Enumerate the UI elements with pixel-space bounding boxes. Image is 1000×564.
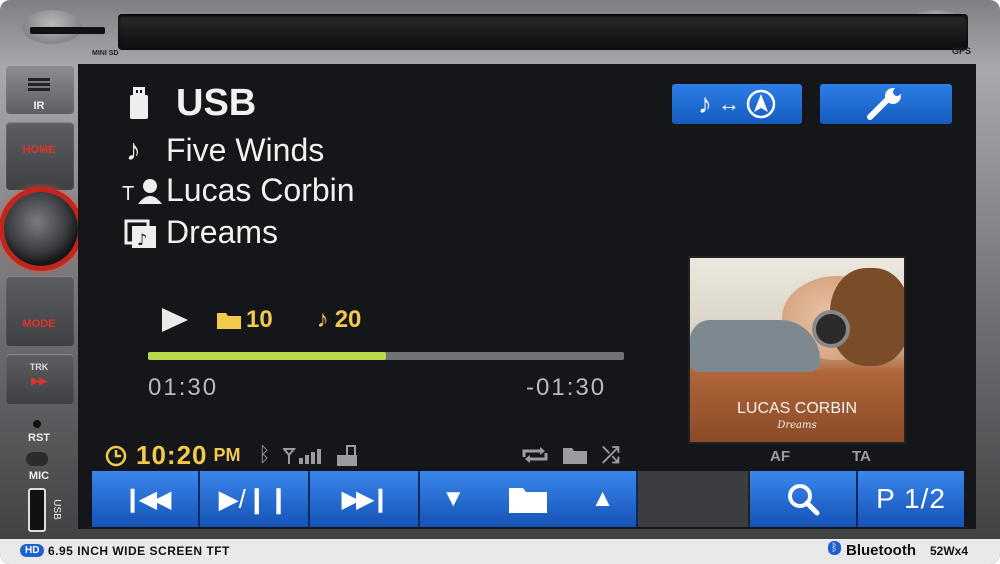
shuffle-icon[interactable]: ⤮	[602, 442, 620, 468]
home-label: HOME	[22, 144, 56, 156]
bottom-strip: HD 6.95 INCH WIDE SCREEN TFT ᛒ Bluetooth…	[0, 539, 1000, 564]
usb-icon	[130, 86, 148, 119]
artist-name: Lucas Corbin	[166, 172, 355, 208]
artist-row: T Lucas Corbin	[122, 172, 355, 209]
mini-sd-label: MINI SD	[92, 50, 119, 57]
music-note-icon: ♪	[126, 133, 141, 167]
cover-shirt	[690, 320, 820, 372]
headphones-icon	[816, 314, 846, 344]
progress-bar[interactable]	[148, 352, 624, 360]
folder-nav-group: ▼ ▲	[420, 471, 638, 527]
screen-spec-label: 6.95 INCH WIDE SCREEN TFT	[48, 544, 230, 558]
folder-icon	[217, 313, 241, 329]
hd-badge: HD	[20, 544, 45, 557]
source-row: USB	[128, 82, 256, 125]
rst-label: RST	[28, 432, 50, 444]
swap-arrows-icon: ↔	[718, 91, 740, 116]
af-label[interactable]: AF	[770, 448, 790, 465]
play-pause-button[interactable]: ▶/❙❙	[200, 471, 310, 527]
remaining-time: -01:30	[526, 374, 607, 401]
folder-icon[interactable]	[508, 484, 548, 514]
up-arrow-icon[interactable]: ▲	[591, 485, 615, 513]
cover-hair	[830, 268, 904, 366]
play-icon	[162, 308, 188, 332]
head-unit: MINI SD GPS IR HOME MODE TRK ▶▶ RST MIC …	[0, 0, 1000, 564]
progress-fill	[148, 352, 386, 360]
prev-track-icon: ❙◀◀	[122, 485, 171, 513]
album-icon: ♪	[124, 219, 156, 248]
ta-label[interactable]: TA	[852, 448, 871, 465]
elapsed-time: 01:30	[148, 374, 219, 401]
folder-icon[interactable]	[562, 445, 588, 465]
mini-sd-slot[interactable]	[30, 27, 105, 34]
bluetooth-logo-icon: ᛒ	[828, 541, 841, 555]
mic-label: MIC	[28, 470, 50, 482]
music-note-icon: ♪	[698, 88, 712, 119]
svg-text:♪: ♪	[137, 230, 147, 248]
trk-label: TRK	[29, 362, 49, 372]
music-note-icon: ♪	[316, 306, 329, 333]
wrench-icon	[867, 88, 901, 120]
album-name: Dreams	[166, 214, 279, 250]
repeat-icon[interactable]	[520, 445, 550, 465]
disc-slot[interactable]	[118, 14, 968, 50]
volume-knob[interactable]	[4, 192, 78, 266]
blank-button	[638, 471, 750, 527]
bluetooth-brand-label: Bluetooth	[846, 542, 916, 559]
clock-ampm: PM	[213, 445, 241, 465]
search-button[interactable]	[750, 471, 858, 527]
status-row: 10:20 PM ᛒ	[104, 440, 359, 471]
clock-icon	[105, 445, 127, 466]
track-number: 20	[334, 306, 362, 333]
album-cover: LUCAS CORBIN Dreams	[688, 256, 906, 444]
ir-label: IR	[33, 100, 45, 112]
settings-button[interactable]	[820, 84, 952, 124]
ir-icon	[28, 78, 50, 81]
usb-port-label: USB	[50, 499, 62, 520]
track-title: Five Winds	[166, 132, 325, 168]
play-pause-icon: ▶/❙❙	[218, 483, 290, 514]
phone-icon	[336, 444, 357, 466]
mic-hole	[26, 452, 48, 466]
next-track-icon: ▶▶❙	[341, 485, 390, 513]
usb-port[interactable]	[28, 488, 46, 532]
home-button[interactable]	[6, 122, 74, 190]
down-arrow-icon[interactable]: ▼	[441, 485, 465, 513]
control-bar: ❙◀◀ ▶/❙❙ ▶▶❙ ▼ ▲ P 1/2	[92, 471, 964, 527]
page-label: P 1/2	[876, 483, 946, 514]
folder-number: 10	[246, 306, 273, 333]
track-title-row: ♪ Five Winds	[126, 132, 324, 169]
bluetooth-icon: ᛒ	[258, 444, 271, 466]
cover-subtitle: Dreams	[777, 420, 817, 431]
cover-title: LUCAS CORBIN	[736, 400, 858, 417]
clock-time: 10:20	[136, 440, 208, 470]
mode-icons-row: ⤮	[520, 442, 620, 468]
album-row: ♪ Dreams	[124, 214, 278, 251]
mode-label: MODE	[22, 318, 56, 330]
source-label: USB	[176, 82, 257, 124]
gps-label: GPS	[952, 46, 972, 56]
signal-icon	[282, 447, 321, 464]
page-button[interactable]: P 1/2	[858, 471, 964, 527]
navigation-icon	[746, 89, 776, 119]
display-screen: USB ♪ Five Winds T Lucas Corbin ♪ Dreams…	[78, 64, 976, 529]
playback-status-row: 10 ♪ 20	[160, 306, 361, 334]
artist-icon: T	[122, 178, 162, 205]
music-nav-switch-button[interactable]: ♪ ↔	[672, 84, 802, 124]
search-icon	[788, 484, 820, 516]
rst-button[interactable]	[33, 420, 41, 428]
svg-text:T: T	[122, 183, 134, 205]
trk-forward-icon: ▶▶	[31, 376, 47, 387]
next-track-button[interactable]: ▶▶❙	[310, 471, 420, 527]
prev-track-button[interactable]: ❙◀◀	[92, 471, 200, 527]
left-control-panel: IR HOME MODE TRK ▶▶ RST MIC USB	[0, 64, 78, 539]
power-spec-label: 52Wx4	[930, 544, 969, 558]
mode-button[interactable]	[6, 276, 74, 346]
